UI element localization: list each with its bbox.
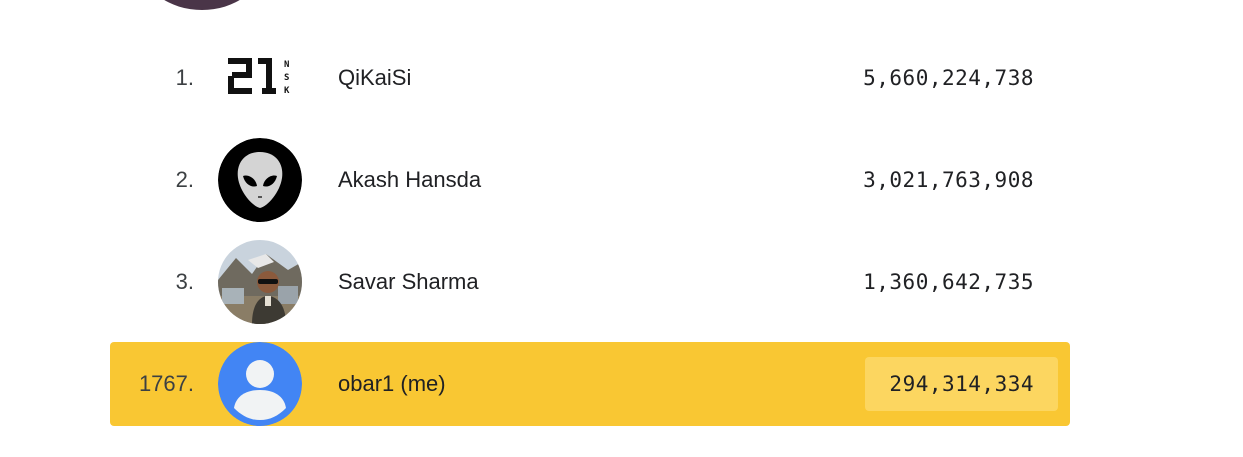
svg-text:N: N	[284, 60, 289, 70]
player-score: 1,360,642,735	[863, 270, 1034, 294]
rank-label: 1.	[175, 65, 194, 90]
svg-text:K: K	[284, 86, 290, 96]
player-name[interactable]: Akash Hansda	[338, 138, 481, 222]
player-score: 5,660,224,738	[863, 66, 1034, 90]
default-user-icon[interactable]	[218, 342, 302, 426]
player-name[interactable]: obar1 (me)	[338, 342, 446, 426]
leaderboard-row[interactable]: 2. Akash Hansda 3,021,763,908	[110, 138, 1070, 222]
rank-label: 3.	[175, 269, 194, 294]
leaderboard-row[interactable]: 3. Savar Sharma 1,360,642,735	[110, 240, 1070, 324]
top-avatar-partial	[142, 0, 262, 10]
player-name[interactable]: Savar Sharma	[338, 240, 479, 324]
player-score: 294,314,334	[865, 357, 1058, 411]
player-score: 3,021,763,908	[863, 168, 1034, 192]
leaderboard-list: 1. N S K QiKaiSi 5,660,224,738 2. Akash …	[110, 36, 1070, 444]
rank-label: 1767.	[138, 371, 194, 396]
player-name[interactable]: QiKaiSi	[338, 36, 411, 120]
leaderboard-page: 1. N S K QiKaiSi 5,660,224,738 2. Akash …	[0, 0, 1243, 457]
rank-label: 2.	[175, 167, 194, 192]
leaderboard-row[interactable]: 1. N S K QiKaiSi 5,660,224,738	[110, 36, 1070, 120]
alien-icon[interactable]	[218, 138, 302, 222]
leaderboard-row-me[interactable]: 1767. obar1 (me) 294,314,334	[110, 342, 1070, 426]
svg-text:S: S	[284, 73, 289, 83]
logo-21nsk-icon[interactable]: N S K	[218, 36, 302, 120]
photo-avatar[interactable]	[218, 240, 302, 324]
